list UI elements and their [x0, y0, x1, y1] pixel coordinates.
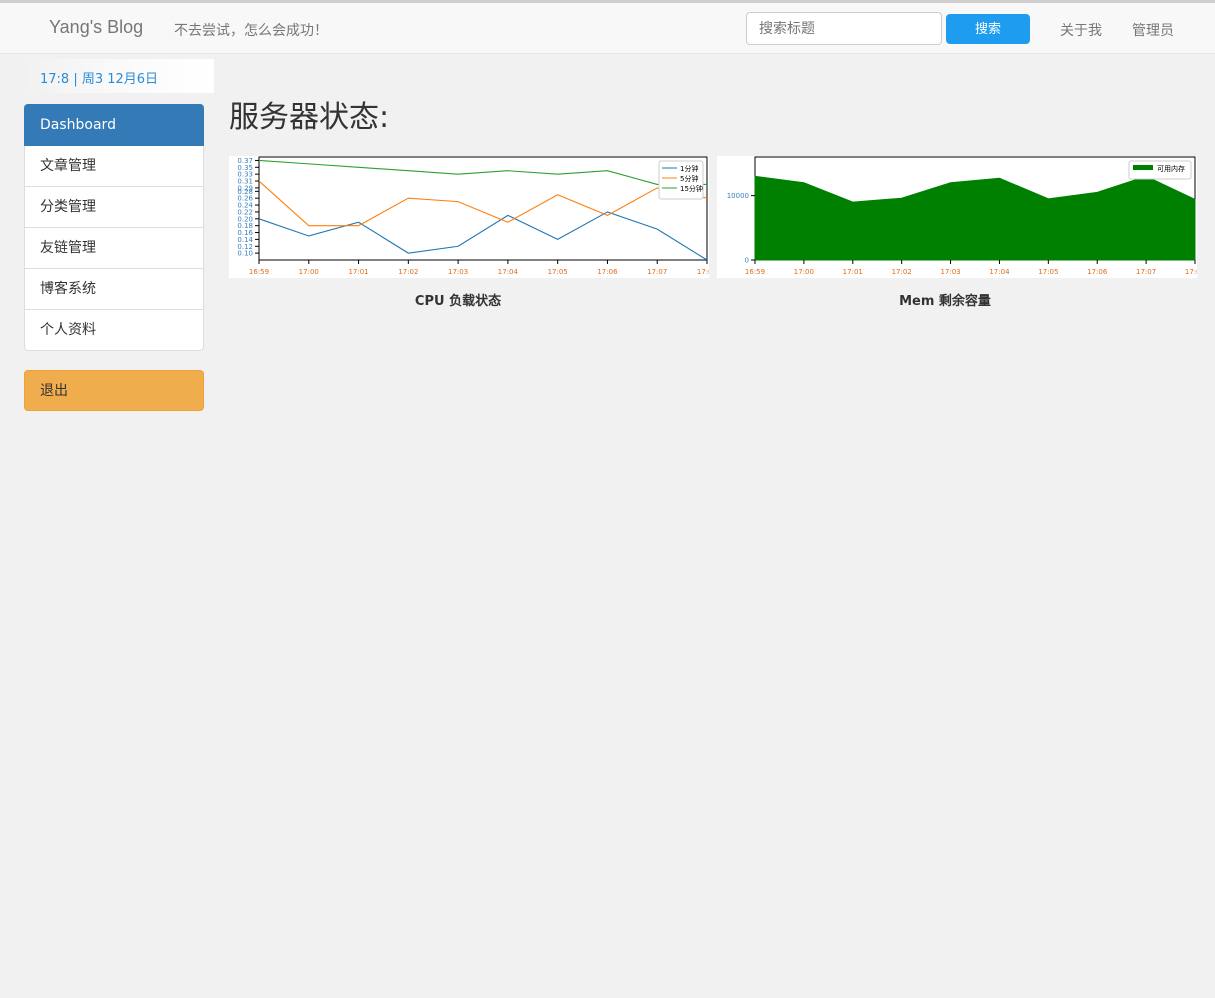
- y-tick-label: 0.22: [237, 208, 253, 216]
- page-title: 服务器状态:: [229, 100, 390, 135]
- y-tick-label: 0.33: [237, 171, 253, 179]
- y-tick-label: 0.31: [237, 178, 253, 186]
- logout-button[interactable]: 退出: [24, 370, 204, 411]
- brand-link[interactable]: Yang's Blog: [49, 17, 143, 38]
- sidebar-item-links[interactable]: 友链管理: [24, 228, 204, 269]
- y-tick-label: 10000: [727, 192, 749, 200]
- x-tick-label: 17:03: [448, 268, 468, 276]
- sidebar-item-articles[interactable]: 文章管理: [24, 146, 204, 187]
- cpu-chart: 16:59 17:00 17:01 17:02 17:03 17:04 17:05 17:06…: [229, 156, 709, 278]
- x-tick-label: 17:04: [498, 268, 519, 276]
- y-tick-label: 0.10: [237, 250, 253, 258]
- y-tick-label: 0.29: [237, 184, 253, 192]
- datetime-text: 17:8 | 周3 12月6日: [40, 72, 159, 87]
- legend-label: 1分钟: [680, 164, 698, 173]
- y-tick-label: 0: [745, 257, 749, 265]
- x-tick-label: 17:00: [299, 268, 319, 276]
- x-tick-label: 17:08: [697, 268, 709, 276]
- y-tick-label: 0.24: [237, 202, 253, 210]
- mem-chart: 16:59 17:00 17:01 17:02 17:03 17:04 17:05 17:06…: [717, 156, 1197, 278]
- datetime-panel: 17:8 | 周3 12月6日: [24, 59, 214, 93]
- x-tick-label: 17:07: [1136, 268, 1156, 276]
- site-motto: 不去尝试，怎么会成功！: [174, 23, 328, 39]
- x-tick-label: 17:06: [597, 268, 618, 276]
- sidebar-item-blog-system[interactable]: 博客系统: [24, 269, 204, 310]
- x-tick-label: 17:08: [1185, 268, 1197, 276]
- sidebar-item-profile[interactable]: 个人资料: [24, 310, 204, 351]
- search-input[interactable]: [746, 12, 942, 45]
- nav-admin-link[interactable]: 管理员: [1132, 20, 1174, 40]
- y-tick-label: 0.20: [237, 215, 253, 223]
- x-tick-label: 17:04: [989, 268, 1010, 276]
- x-tick-label: 16:59: [249, 268, 269, 276]
- series-line-2: [258, 159, 707, 186]
- legend-swatch: [1133, 165, 1153, 170]
- cpu-chart-svg: 16:59 17:00 17:01 17:02 17:03 17:04 17:05 17:06…: [237, 156, 709, 276]
- series-line-0: [258, 211, 708, 261]
- x-tick-label: 17:07: [647, 268, 667, 276]
- y-tick-label: 0.18: [237, 222, 253, 230]
- cpu-chart-caption: CPU 负载状态: [414, 294, 502, 309]
- mem-chart-svg: 16:59 17:00 17:01 17:02 17:03 17:04 17:05 17:06…: [727, 156, 1197, 276]
- x-tick-label: 17:00: [794, 268, 814, 276]
- sidebar-item-categories[interactable]: 分类管理: [24, 187, 204, 228]
- x-tick-label: 17:01: [348, 268, 368, 276]
- x-tick-label: 17:02: [398, 268, 418, 276]
- navbar: Yang's Blog 不去尝试，怎么会成功！ 搜索 关于我 管理员: [0, 0, 1215, 54]
- search-button[interactable]: 搜索: [946, 14, 1030, 44]
- y-tick-label: 0.35: [237, 164, 253, 172]
- x-tick-label: 17:05: [548, 268, 568, 276]
- legend-label: 15分钟: [680, 184, 703, 193]
- sidebar-item-dashboard[interactable]: Dashboard: [24, 104, 204, 146]
- x-tick-label: 17:02: [892, 268, 912, 276]
- nav-about-link[interactable]: 关于我: [1060, 20, 1102, 40]
- mem-chart-caption: Mem 剩余容量: [899, 294, 991, 309]
- y-tick-label: 0.12: [237, 243, 253, 251]
- x-tick-label: 17:01: [843, 268, 863, 276]
- x-tick-label: 17:03: [940, 268, 960, 276]
- x-tick-label: 17:05: [1038, 268, 1058, 276]
- series-area-0: [754, 175, 1196, 261]
- sidebar: Dashboard 文章管理 分类管理 友链管理 博客系统 个人资料: [24, 104, 204, 351]
- y-tick-label: 0.14: [237, 236, 253, 244]
- y-tick-label: 0.16: [237, 229, 253, 237]
- y-tick-label: 0.26: [237, 195, 253, 203]
- series-line-1: [258, 180, 708, 227]
- x-tick-label: 16:59: [745, 268, 765, 276]
- legend-label: 可用内存: [1157, 164, 1185, 173]
- y-tick-label: 0.37: [237, 157, 253, 165]
- x-tick-label: 17:06: [1087, 268, 1108, 276]
- legend-label: 5分钟: [680, 174, 698, 183]
